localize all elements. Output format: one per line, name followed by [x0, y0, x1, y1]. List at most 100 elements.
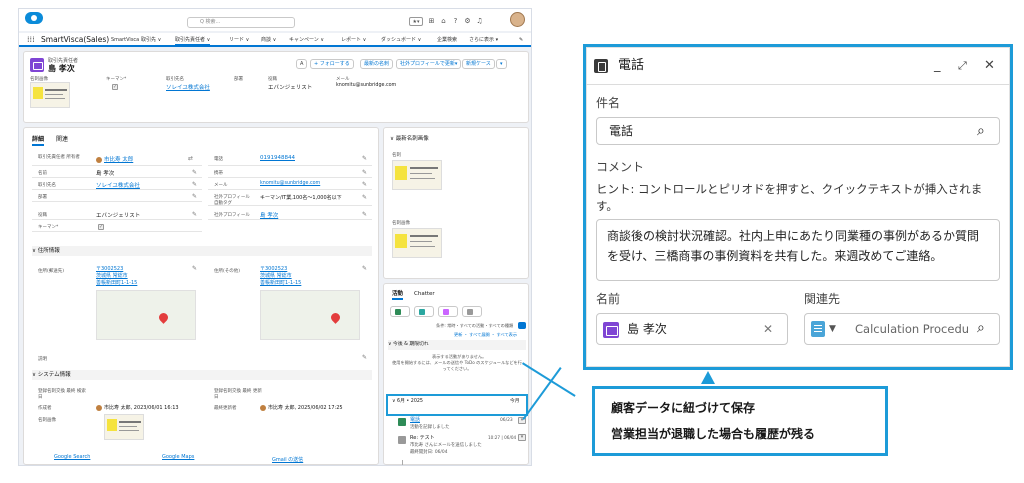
guidance-icon[interactable]: ⌂: [439, 17, 448, 26]
chevron-down-icon[interactable]: ▼: [829, 320, 836, 338]
new-event-button[interactable]: [438, 306, 458, 317]
salesforce-logo-icon[interactable]: [25, 12, 43, 24]
map-right[interactable]: [260, 290, 360, 340]
edit-pencil-icon[interactable]: ✎: [362, 155, 367, 162]
section-address[interactable]: ∨ 住所情報: [32, 246, 372, 256]
email-activity-title[interactable]: Re: テスト: [410, 434, 435, 441]
month-header[interactable]: ∨ 6月 • 2025: [392, 397, 423, 404]
nav-item-contacts[interactable]: 取引先責任者 ∨: [175, 37, 211, 46]
name-lookup[interactable]: 島 孝次 ✕: [596, 313, 788, 345]
related-label: 関連先: [804, 292, 841, 306]
business-card-image[interactable]: [104, 414, 144, 440]
edit-pencil-icon[interactable]: ✎: [192, 169, 197, 176]
gear-icon[interactable]: ⚙: [463, 17, 472, 26]
edit-pencil-icon[interactable]: ✎: [192, 193, 197, 200]
favorites-icon[interactable]: ★▾: [409, 17, 423, 26]
minimize-icon[interactable]: _: [934, 57, 941, 75]
nav-item-opportunities[interactable]: 商談 ∨: [261, 37, 276, 44]
section-system[interactable]: ∨ システム情報: [32, 370, 372, 380]
call-activity-link[interactable]: 電話: [410, 416, 420, 423]
latest-card-button[interactable]: 最新の名刺: [360, 59, 394, 69]
phone-link[interactable]: 0191948844: [260, 155, 295, 161]
google-maps-link[interactable]: Google Maps: [162, 454, 194, 460]
edit-pencil-icon[interactable]: ✎: [192, 181, 197, 188]
global-search-input[interactable]: Q 検索...: [187, 17, 295, 28]
address-line[interactable]: 善帳新田町1-1-15: [260, 279, 301, 286]
tab-activity[interactable]: 活動: [392, 290, 404, 300]
edit-pencil-icon[interactable]: ✎: [362, 169, 367, 176]
address-line[interactable]: 茨城県 常総市: [260, 272, 292, 279]
user-avatar[interactable]: [510, 12, 525, 27]
help-icon[interactable]: ?: [451, 17, 460, 26]
email-button[interactable]: [462, 306, 482, 317]
tab-chatter[interactable]: Chatter: [414, 290, 435, 298]
account-link[interactable]: ソレイユ株式会社: [166, 83, 210, 91]
profile-link[interactable]: 島 孝次: [260, 211, 278, 219]
related-lookup[interactable]: ▼ Calculation Procedu ⌕: [804, 313, 1000, 345]
detail-row: 携帯 ✎: [208, 168, 372, 178]
nav-item-accounts[interactable]: 取引先 ∨: [141, 37, 161, 44]
new-case-button[interactable]: 新規ケース: [462, 59, 495, 69]
panel-title[interactable]: ∨ 最新名刺画像: [390, 134, 429, 142]
follow-button[interactable]: + フォローする: [310, 59, 354, 69]
address-line[interactable]: 善帳新田町1-1-15: [96, 279, 137, 286]
filter-icon[interactable]: [518, 322, 526, 329]
gmail-link[interactable]: Gmail の送信: [272, 456, 303, 463]
edit-pencil-icon[interactable]: ✎: [362, 265, 367, 272]
google-search-link[interactable]: Google Search: [54, 454, 90, 460]
account-link[interactable]: ソレイユ株式会社: [96, 181, 140, 189]
nav-item-campaigns[interactable]: キャンペーン ∨: [289, 37, 324, 44]
update-profile-button[interactable]: 社外プロフィールで更新▾: [396, 59, 462, 69]
section-upcoming[interactable]: ∨ 今後 & 期限切れ: [388, 340, 526, 350]
clear-icon[interactable]: ✕: [763, 320, 773, 338]
map-left[interactable]: [96, 290, 196, 340]
global-header: Q 検索... ★▾ ⊞ ⌂ ? ⚙ ♫: [19, 9, 531, 31]
detail-panel: 詳細 関連 取引先責任者 所有者 市比寿 太郎 ⇄ 名前 島 孝次 ✎ 取引先名…: [23, 127, 379, 465]
close-icon[interactable]: ✕: [984, 57, 995, 75]
tab-details[interactable]: 詳細: [32, 136, 45, 146]
record-type-icon[interactable]: [811, 321, 825, 337]
keyman-checkbox: ✓: [98, 224, 104, 230]
business-card-image[interactable]: [30, 82, 70, 108]
owner-link[interactable]: 市比寿 太郎: [96, 155, 133, 163]
more-actions-button[interactable]: ▾: [496, 59, 507, 69]
email-link[interactable]: knomitu@sunbridge.com: [260, 181, 320, 186]
filter-links[interactable]: 更新 ・ すべて展開 ・ すべて表示: [454, 332, 517, 338]
address-line[interactable]: 茨城県 常総市: [96, 272, 128, 279]
nav-item-leads[interactable]: リード ∨: [229, 37, 249, 44]
expand-icon[interactable]: ⤢: [958, 57, 967, 75]
add-icon[interactable]: ⊞: [427, 17, 436, 26]
new-task-button[interactable]: [414, 306, 434, 317]
field-label: キーマン*: [106, 77, 127, 82]
address-line[interactable]: 〒3002523: [96, 265, 123, 272]
app-launcher-icon[interactable]: ⁞⁞⁞: [27, 36, 35, 44]
nav-item-company-search[interactable]: 企業検索: [437, 37, 457, 44]
edit-pencil-icon[interactable]: ✎: [192, 265, 197, 272]
edit-pencil-icon[interactable]: ✎: [362, 211, 367, 218]
comment-textarea[interactable]: 商談後の検討状況確認。社内上申にあたり同業種の事例があるか質問を受け、三橋商事の…: [596, 219, 1000, 281]
change-owner-icon[interactable]: ⇄: [188, 155, 193, 162]
edit-pencil-icon[interactable]: ✎: [362, 354, 367, 361]
field-label: 登録名刺交換 最終 検索日: [38, 389, 86, 400]
ai-button[interactable]: A: [296, 59, 308, 69]
card-back-image[interactable]: [392, 228, 442, 258]
tab-related[interactable]: 関連: [56, 136, 68, 144]
nav-item-dashboards[interactable]: ダッシュボード ∨: [381, 37, 421, 44]
card-front-image[interactable]: [392, 160, 442, 190]
field-label: 登録名刺交換 最終 更新日: [214, 389, 262, 400]
nav-item-more[interactable]: さらに表示 ▾: [469, 37, 498, 44]
user-icon: [96, 404, 102, 411]
subject-input[interactable]: 電話 ⌕: [596, 117, 1000, 145]
edit-pencil-icon[interactable]: ✎: [192, 211, 197, 218]
edit-pencil-icon[interactable]: ✎: [362, 194, 367, 201]
edit-nav-icon[interactable]: ✎: [519, 37, 523, 44]
email-line: 市比寿 さんにメールを送信しました: [410, 443, 482, 448]
activity-menu-icon[interactable]: ▾: [518, 434, 526, 441]
nav-item-smartvisca[interactable]: SmartVisca: [111, 37, 139, 44]
empty-text: 使用を開始するには、メールの送信や ToDo のスケジュールなどを行ってください…: [392, 360, 522, 371]
bell-icon[interactable]: ♫: [475, 17, 484, 26]
log-call-button[interactable]: [390, 306, 410, 317]
address-line[interactable]: 〒3002523: [260, 265, 287, 272]
edit-pencil-icon[interactable]: ✎: [362, 181, 367, 188]
nav-item-reports[interactable]: レポート ∨: [341, 37, 366, 44]
